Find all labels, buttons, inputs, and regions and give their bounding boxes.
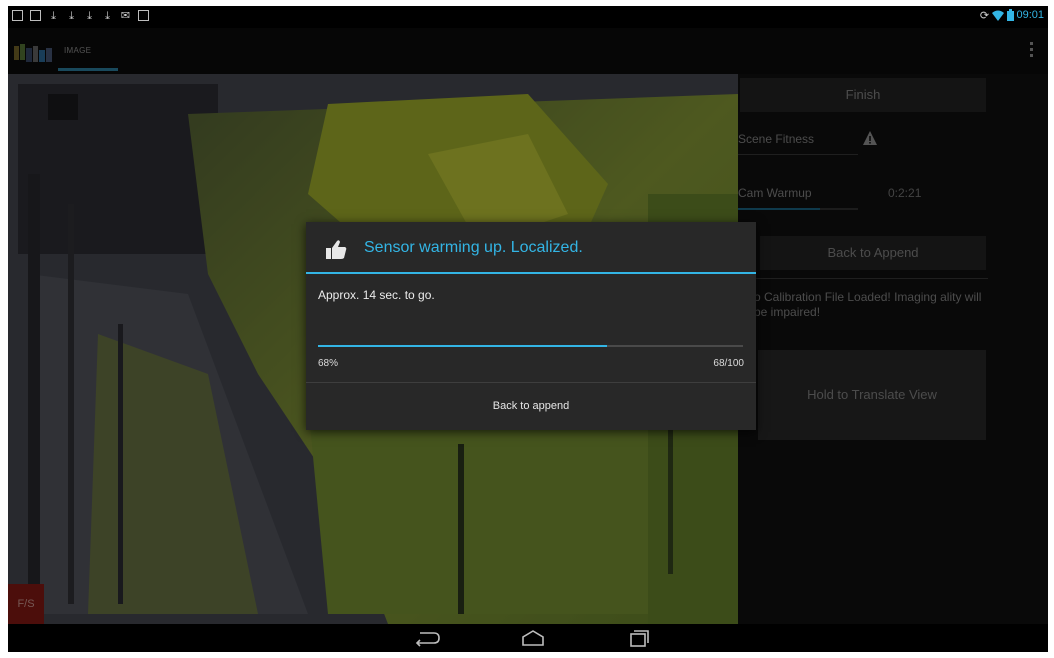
download-icon: ⤓ [51,9,56,22]
navigation-bar [8,624,1048,652]
back-icon[interactable] [412,628,442,648]
screenshot-icon [12,10,23,21]
dialog-progress-bar [318,345,743,347]
dialog-title: Sensor warming up. Localized. [364,239,583,256]
recent-apps-icon[interactable] [622,628,652,648]
clock: 09:01 [1016,9,1044,21]
screenshot-icon [30,10,41,21]
home-icon[interactable] [518,628,548,648]
progress-count: 68/100 [713,358,744,369]
status-bar: ⤓ ⤓ ⤓ ⤓ ✉ ⟳ 09:01 [8,6,1048,28]
dialog-message: Approx. 14 sec. to go. [318,288,435,302]
download-icon: ⤓ [105,9,110,22]
download-icon: ⤓ [69,9,74,22]
wifi-icon [992,10,1004,21]
download-icon: ⤓ [87,9,92,22]
dialog-back-to-append-button[interactable]: Back to append [306,383,756,430]
dialog-title-divider [306,272,756,274]
image-icon [138,10,149,21]
battery-icon [1007,9,1014,21]
thumbs-up-icon [326,240,347,259]
gmail-icon: ✉ [120,9,131,22]
device-screen: ⤓ ⤓ ⤓ ⤓ ✉ ⟳ 09:01 IMAGE F/S Finish Scene… [8,6,1048,652]
dialog-progress-fill [318,345,607,347]
sensor-warmup-dialog: Sensor warming up. Localized. Approx. 14… [306,222,756,430]
sync-icon: ⟳ [979,9,990,22]
progress-percent: 68% [318,358,339,369]
